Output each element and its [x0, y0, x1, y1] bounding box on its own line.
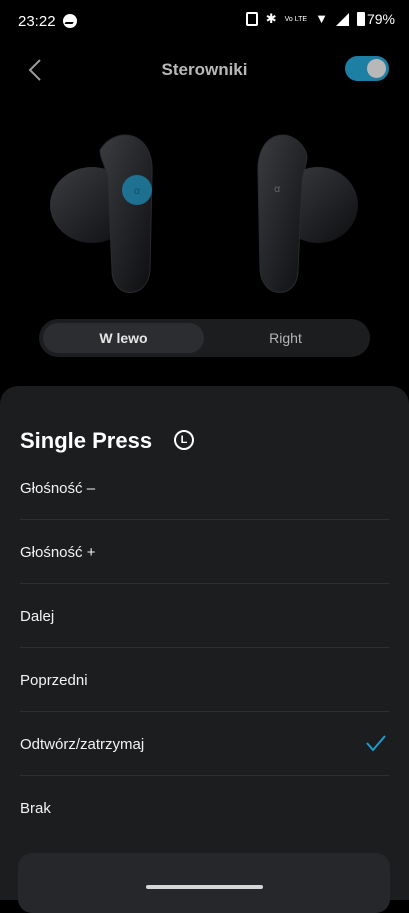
option-next[interactable]: Dalej: [20, 584, 389, 648]
left-side-badge-icon: L: [174, 430, 194, 450]
svg-text:ꭤ: ꭤ: [274, 184, 281, 195]
option-label: Odtwórz/zatrzymaj: [20, 736, 145, 753]
cancel-card[interactable]: [18, 853, 390, 913]
option-label: Głośność –: [20, 480, 96, 497]
side-selector: W lewo Right: [39, 319, 370, 357]
status-time: 23:22: [18, 13, 56, 30]
earbuds-image: ꭤ ꭤ: [50, 134, 358, 293]
option-volume-down[interactable]: Głośność –: [20, 456, 389, 520]
battery-percent: 79%: [366, 11, 395, 27]
battery-icon: [356, 12, 365, 26]
controls-toggle[interactable]: [345, 56, 389, 81]
option-volume-up[interactable]: Głośność +: [20, 520, 389, 584]
status-bar: 23:22 ✱ Vo LTE ▼ 79%: [0, 0, 409, 44]
toggle-knob: [367, 59, 386, 78]
messenger-icon: [63, 14, 77, 28]
sheet-title: Single Press: [20, 428, 153, 453]
option-label: Poprzedni: [20, 672, 88, 689]
option-label: Dalej: [20, 608, 55, 625]
check-icon: [366, 735, 386, 752]
volte-icon: Vo LTE: [284, 15, 308, 23]
option-play-pause[interactable]: Odtwórz/zatrzymaj: [20, 712, 389, 776]
svg-text:ꭤ: ꭤ: [134, 186, 141, 197]
right-earbud: ꭤ: [257, 134, 358, 293]
wifi-icon: ▼: [315, 11, 328, 26]
status-icons: ✱ Vo LTE ▼ 79%: [245, 11, 395, 27]
home-indicator[interactable]: [146, 885, 263, 889]
option-previous[interactable]: Poprzedni: [20, 648, 389, 712]
action-options: Głośność – Głośność + Dalej Poprzedni Od…: [0, 456, 409, 839]
option-label: Brak: [20, 800, 51, 817]
signal-icon: [335, 12, 349, 26]
option-none[interactable]: Brak: [20, 776, 389, 839]
side-right-tab[interactable]: Right: [205, 323, 366, 353]
left-earbud: ꭤ: [50, 134, 153, 293]
bluetooth-icon: ✱: [265, 11, 277, 26]
battery-indicator: 79%: [356, 11, 395, 27]
side-left-tab[interactable]: W lewo: [43, 323, 204, 353]
nfc-icon: [245, 12, 258, 26]
option-label: Głośność +: [20, 544, 96, 561]
